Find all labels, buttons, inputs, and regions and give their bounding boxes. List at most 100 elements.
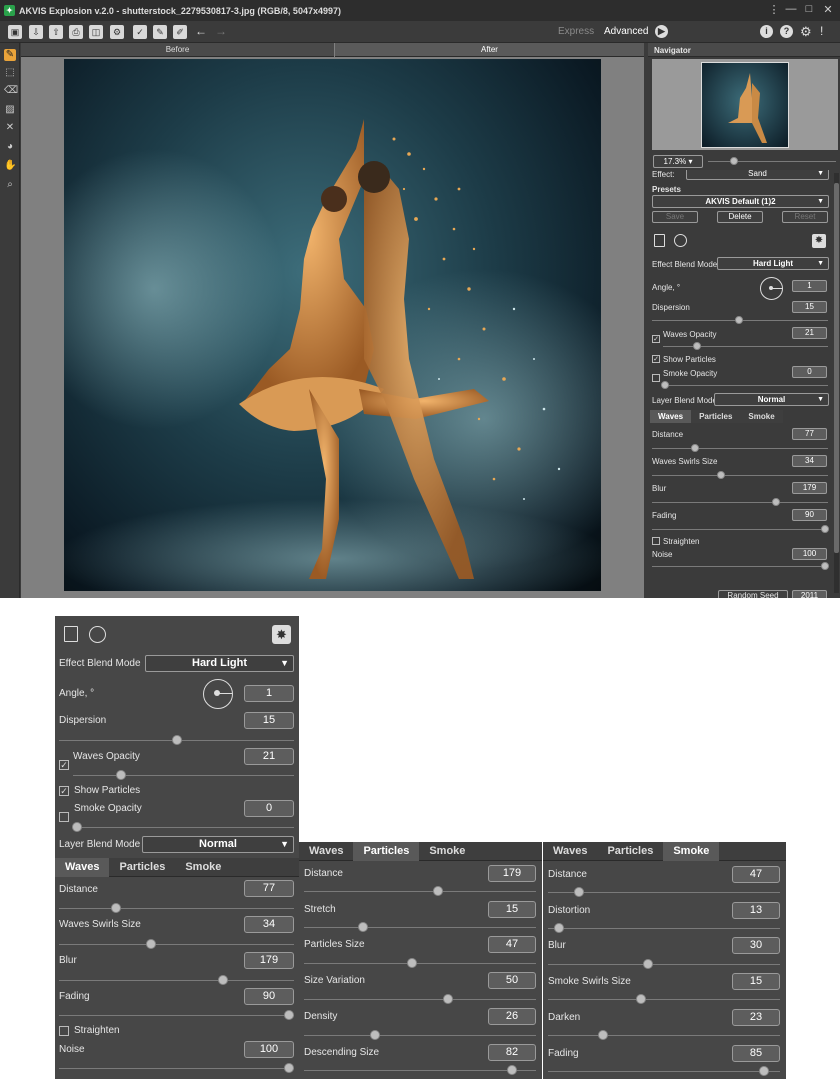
waves-blur-track[interactable] — [652, 502, 828, 503]
waves-fading-value[interactable]: 90 — [792, 509, 827, 521]
document-check-icon[interactable] — [654, 234, 665, 247]
export-icon[interactable]: ⇧ — [49, 25, 63, 39]
particles-distance-knob[interactable] — [433, 886, 443, 896]
dispersion-knob[interactable] — [172, 735, 182, 745]
navigator-preview[interactable] — [652, 59, 838, 150]
tab-smoke[interactable]: Smoke — [663, 842, 720, 861]
waves-opacity-track[interactable] — [663, 346, 828, 347]
waves-swirls-knob[interactable] — [717, 471, 725, 479]
hatch-circle-icon[interactable] — [89, 626, 106, 643]
hand-icon[interactable]: ✋ — [4, 160, 16, 172]
mode-express[interactable]: Express — [558, 26, 594, 37]
waves-swirls-value[interactable]: 34 — [244, 916, 294, 933]
tab-waves[interactable]: Waves — [55, 857, 110, 877]
tab-particles[interactable]: Particles — [597, 842, 663, 861]
mode-advanced[interactable]: Advanced — [604, 26, 648, 37]
particles-size-value[interactable]: 47 — [488, 936, 536, 953]
waves-distance-value[interactable]: 77 — [792, 428, 827, 440]
smoke-darken-track[interactable] — [548, 1035, 780, 1036]
waves-opacity-value[interactable]: 21 — [792, 327, 827, 339]
smoke-distance-knob[interactable] — [574, 887, 584, 897]
selection-icon[interactable]: ⬚ — [4, 67, 16, 79]
layer-blend-select[interactable]: Normal ▼ — [714, 393, 829, 406]
maximize-button[interactable]: □ — [801, 3, 817, 15]
waves-opacity-checkbox[interactable]: ✓ — [652, 335, 660, 343]
settings-scrollbar[interactable] — [834, 173, 839, 593]
smoke-opacity-track[interactable] — [73, 827, 294, 828]
waves-distance-knob[interactable] — [691, 444, 699, 452]
waves-fading-knob[interactable] — [284, 1010, 294, 1020]
presets-select[interactable]: AKVIS Default (1)2 ▼ — [652, 195, 829, 208]
info-icon[interactable]: i — [760, 25, 773, 38]
dispersion-value[interactable]: 15 — [244, 712, 294, 729]
image-canvas[interactable]: Before After — [21, 43, 644, 598]
particles-stretch-value[interactable]: 15 — [488, 901, 536, 918]
waves-swirls-value[interactable]: 34 — [792, 455, 827, 467]
waves-blur-value[interactable]: 179 — [244, 952, 294, 969]
waves-noise-track[interactable] — [59, 1068, 294, 1069]
undo-icon[interactable]: ← — [195, 24, 207, 38]
tab-waves[interactable]: Waves — [650, 410, 692, 423]
smoke-fading-track[interactable] — [548, 1071, 780, 1072]
waves-noise-value[interactable]: 100 — [792, 548, 827, 560]
particles-stretch-knob[interactable] — [358, 922, 368, 932]
waves-swirls-track[interactable] — [652, 475, 828, 476]
particles-descending-track[interactable] — [304, 1070, 536, 1071]
waves-opacity-track[interactable] — [73, 775, 294, 776]
tab-particles[interactable]: Particles — [691, 410, 740, 423]
smoke-darken-knob[interactable] — [598, 1030, 608, 1040]
explosion-preset-icon[interactable]: ✸ — [272, 625, 291, 644]
help-icon[interactable]: ? — [780, 25, 793, 38]
waves-blur-knob[interactable] — [218, 975, 228, 985]
background-brush-icon[interactable]: ▨ — [4, 104, 16, 116]
navigator-thumbnail[interactable] — [701, 62, 789, 148]
print-icon[interactable]: ⎙ — [69, 25, 83, 39]
particles-density-track[interactable] — [304, 1035, 536, 1036]
minimize-button[interactable]: — — [783, 3, 799, 15]
tab-particles[interactable]: Particles — [109, 858, 175, 877]
smoke-opacity-knob[interactable] — [72, 822, 82, 832]
batch-icon[interactable]: ◫ — [89, 25, 103, 39]
close-button[interactable]: ✕ — [820, 3, 836, 16]
smoke-distortion-track[interactable] — [548, 928, 780, 929]
zoom-slider-knob[interactable] — [730, 157, 738, 165]
run-icon[interactable]: ▶ — [655, 25, 668, 38]
waves-distance-knob[interactable] — [111, 903, 121, 913]
particles-descending-value[interactable]: 82 — [488, 1044, 536, 1061]
layer-blend-select[interactable]: Normal ▼ — [142, 836, 294, 853]
smoke-blur-value[interactable]: 30 — [732, 937, 780, 954]
straighten-checkbox[interactable] — [59, 1026, 69, 1036]
waves-noise-knob[interactable] — [821, 562, 829, 570]
smoke-darken-value[interactable]: 23 — [732, 1009, 780, 1026]
effect-blend-select[interactable]: Hard Light ▼ — [145, 655, 294, 672]
save-icon[interactable]: ⇩ — [29, 25, 43, 39]
save-preset-button[interactable]: Save — [652, 211, 698, 223]
eraser-icon[interactable]: ⌫ — [4, 85, 18, 97]
smoke-opacity-value[interactable]: 0 — [792, 366, 827, 378]
waves-opacity-knob[interactable] — [693, 342, 701, 350]
particles-density-value[interactable]: 26 — [488, 1008, 536, 1025]
tab-after[interactable]: After — [335, 43, 644, 57]
tab-before[interactable]: Before — [21, 43, 334, 57]
zoom-icon[interactable]: ⌕ — [4, 179, 16, 191]
waves-opacity-value[interactable]: 21 — [244, 748, 294, 765]
straighten-checkbox[interactable] — [652, 537, 660, 545]
zoom-slider-track[interactable] — [708, 161, 836, 162]
waves-distance-track[interactable] — [59, 908, 294, 909]
open-icon[interactable]: ▣ — [8, 25, 22, 39]
smoke-swirls-knob[interactable] — [636, 994, 646, 1004]
show-particles-checkbox[interactable]: ✓ — [652, 355, 660, 363]
waves-fading-track[interactable] — [652, 529, 828, 530]
particles-distance-track[interactable] — [304, 891, 536, 892]
effect-select[interactable]: Sand ▼ — [686, 170, 829, 180]
angle-value[interactable]: 1 — [792, 280, 827, 292]
waves-distance-value[interactable]: 77 — [244, 880, 294, 897]
smoke-blur-track[interactable] — [548, 964, 780, 965]
color-picker-icon[interactable]: ◕ — [4, 141, 16, 153]
redo-icon[interactable]: → — [215, 24, 227, 38]
particles-size-track[interactable] — [304, 963, 536, 964]
random-seed-button[interactable]: Random Seed — [718, 590, 788, 598]
smoke-distance-value[interactable]: 47 — [732, 866, 780, 883]
smoke-fading-value[interactable]: 85 — [732, 1045, 780, 1062]
angle-dial[interactable] — [760, 277, 783, 300]
